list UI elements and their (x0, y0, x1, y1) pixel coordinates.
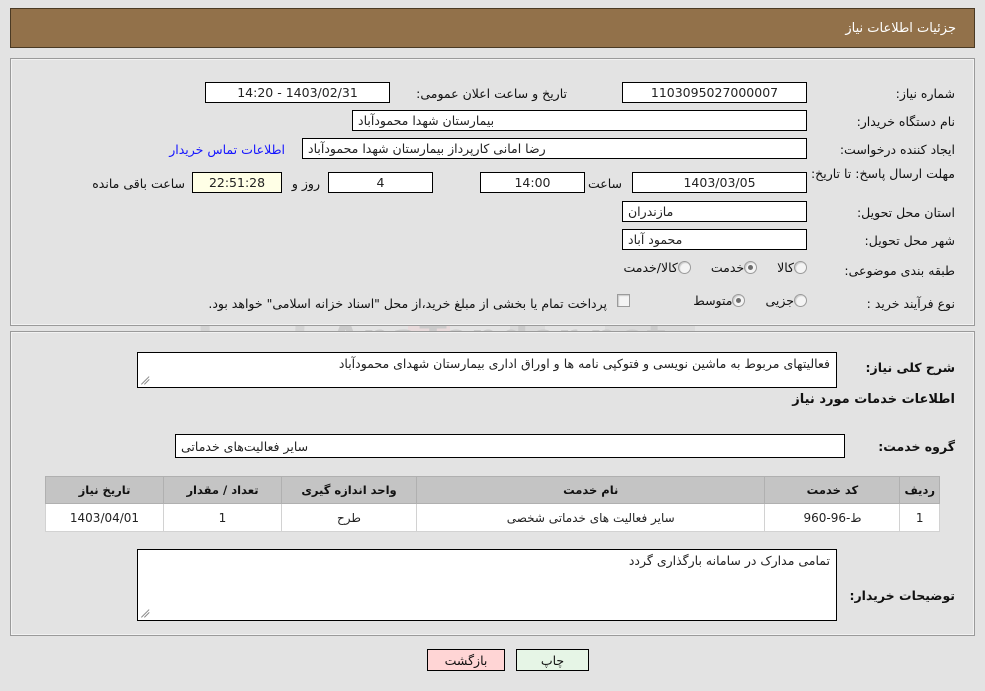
deadline-label: مهلت ارسال پاسخ: تا تاریخ: (810, 166, 955, 181)
days-label: روز و (291, 176, 320, 191)
general-desc-value: فعالیتهای مربوط به ماشین نویسی و فتوکپی … (338, 356, 830, 371)
category-radio-1[interactable] (744, 261, 758, 274)
creator-label: ایجاد کننده درخواست: (839, 142, 955, 157)
table-row: 1 ط-96-960 سایر فعالیت های خدماتی شخصی ط… (45, 503, 940, 532)
services-section-title: اطلاعات خدمات مورد نیاز (792, 392, 955, 407)
cell-quantity: 1 (163, 503, 282, 532)
window-title-bar: جزئیات اطلاعات نیاز (10, 8, 975, 48)
province-value: مازندران (622, 201, 807, 222)
category-label-0: کالا (777, 260, 794, 275)
page-title: جزئیات اطلاعات نیاز (845, 20, 956, 36)
need-number-value: 1103095027000007 (622, 82, 807, 103)
cell-service-code: ط-96-960 (764, 503, 901, 532)
public-announce-value: 1403/02/31 - 14:20 (205, 82, 390, 103)
process-radio-0[interactable] (794, 294, 807, 307)
buyer-notes-value: تمامی مدارک در سامانه بارگذاری گردد (628, 553, 830, 568)
col-service-code: کد خدمت (764, 476, 901, 504)
category-label-2: کالا/خدمت (623, 260, 678, 275)
cell-need-date: 1403/04/01 (45, 503, 164, 532)
treasury-checkbox-label: پرداخت تمام یا بخشی از مبلغ خرید،از محل … (208, 296, 607, 311)
cell-service-name: سایر فعالیت های خدماتی شخصی (415, 503, 766, 532)
page-root: AnaTender.net جزئیات اطلاعات نیاز شماره … (0, 0, 985, 691)
col-row-no: ردیف (899, 476, 940, 504)
process-label: نوع فرآیند خرید : (866, 296, 955, 311)
buyer-notes-textarea[interactable]: تمامی مدارک در سامانه بارگذاری گردد (137, 549, 837, 621)
category-option-2[interactable]: کالا/خدمت (609, 260, 691, 275)
category-radio-0[interactable] (794, 261, 807, 274)
remaining-hours-label: ساعت باقی مانده (92, 176, 185, 191)
general-desc-textarea[interactable]: فعالیتهای مربوط به ماشین نویسی و فتوکپی … (137, 352, 837, 388)
hour-label: ساعت (587, 176, 622, 191)
buyer-org-value: بیمارستان شهدا محمودآباد (352, 110, 807, 131)
public-announce-label: تاریخ و ساعت اعلان عمومی: (416, 86, 567, 101)
deadline-time-value: 14:00 (480, 172, 585, 193)
category-option-1[interactable]: خدمت (697, 260, 758, 275)
category-label-1: خدمت (710, 260, 745, 275)
buyer-contact-link[interactable]: اطلاعات تماس خریدار (169, 142, 285, 157)
process-radio-group[interactable]: جزیی متوسط (679, 293, 807, 308)
col-service-name: نام خدمت (415, 476, 766, 504)
city-label: شهر محل تحویل: (864, 233, 955, 248)
category-radio-group[interactable]: کالا خدمت کالا/خدمت (609, 260, 807, 275)
service-group-label: گروه خدمت: (878, 439, 955, 454)
process-radio-1[interactable] (732, 294, 746, 307)
col-quantity: تعداد / مقدار (163, 476, 282, 504)
deadline-date-value: 1403/03/05 (632, 172, 807, 193)
general-desc-label: شرح کلی نیاز: (865, 360, 955, 375)
process-label-0: جزیی (765, 293, 794, 308)
back-button[interactable]: بازگشت (427, 649, 505, 671)
cell-row-no: 1 (899, 503, 940, 532)
cell-unit: طرح (281, 503, 417, 532)
buyer-notes-label: توضیحات خریدار: (849, 588, 955, 603)
process-label-1: متوسط (693, 293, 733, 308)
treasury-checkbox[interactable] (617, 294, 630, 307)
print-button[interactable]: چاپ (516, 649, 589, 671)
table-header-row: ردیف کد خدمت نام خدمت واحد اندازه گیری ت… (45, 476, 940, 504)
col-need-date: تاریخ نیاز (45, 476, 164, 504)
category-radio-2[interactable] (677, 261, 691, 274)
resize-grip-icon (141, 375, 151, 385)
services-table: ردیف کد خدمت نام خدمت واحد اندازه گیری ت… (45, 476, 940, 532)
city-value: محمود آباد (622, 229, 807, 250)
col-unit: واحد اندازه گیری (281, 476, 417, 504)
need-number-label: شماره نیاز: (895, 86, 955, 101)
resize-grip-icon (141, 608, 151, 618)
category-label: طبقه بندی موضوعی: (844, 263, 955, 278)
creator-value: رضا امانی کارپرداز بیمارستان شهدا محمودآ… (302, 138, 807, 159)
remaining-days-value: 4 (328, 172, 433, 193)
countdown-value: 22:51:28 (192, 172, 282, 193)
service-group-value: سایر فعالیت‌های خدماتی (175, 434, 845, 458)
process-option-1[interactable]: متوسط (679, 293, 746, 308)
process-option-0[interactable]: جزیی (751, 293, 807, 308)
province-label: استان محل تحویل: (856, 205, 955, 220)
buyer-org-label: نام دستگاه خریدار: (856, 114, 955, 129)
category-option-0[interactable]: کالا (763, 260, 807, 275)
